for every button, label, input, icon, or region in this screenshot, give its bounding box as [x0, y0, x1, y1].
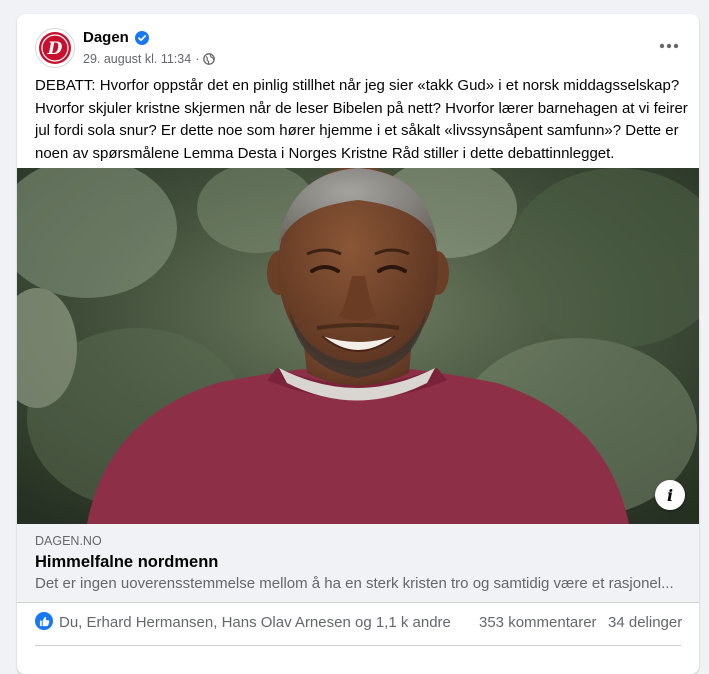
link-domain: DAGEN.NO	[35, 534, 102, 548]
link-preview[interactable]: DAGEN.NO Himmelfalne nordmenn Det er ing…	[17, 524, 699, 603]
info-button[interactable]: i	[655, 480, 685, 510]
post-card: D Dagen 29. august kl. 11:34 · DEBATT: H…	[17, 14, 699, 674]
dagen-logo: D	[39, 32, 71, 64]
shares-count[interactable]: 34 delinger	[608, 614, 682, 631]
like-icon[interactable]	[35, 612, 53, 630]
post-image[interactable]: i	[17, 168, 699, 524]
author-name-row: Dagen	[83, 29, 149, 46]
author-name[interactable]: Dagen	[83, 29, 129, 46]
svg-text:D: D	[47, 39, 63, 59]
post-timestamp[interactable]: 29. august kl. 11:34	[83, 52, 191, 66]
link-description: Det er ingen uoverensstemmelse mellom å …	[35, 575, 674, 592]
verified-badge-icon	[134, 30, 149, 45]
link-title[interactable]: Himmelfalne nordmenn	[35, 553, 218, 572]
post-text: DEBATT: Hvorfor oppstår det en pinlig st…	[35, 77, 688, 162]
portrait-photo	[17, 168, 699, 524]
reactors-text[interactable]: Du, Erhard Hermansen, Hans Olav Arnesen …	[59, 614, 451, 631]
post-meta: 29. august kl. 11:34 ·	[83, 52, 216, 66]
engagement-bar: Du, Erhard Hermansen, Hans Olav Arnesen …	[17, 604, 699, 640]
post-header: D Dagen 29. august kl. 11:34 ·	[17, 14, 699, 78]
meta-separator: ·	[195, 52, 200, 66]
comments-count[interactable]: 353 kommentarer	[479, 614, 597, 631]
globe-icon[interactable]	[203, 53, 216, 65]
more-options-button[interactable]	[653, 32, 685, 60]
more-horizontal-icon	[659, 43, 679, 49]
thumbs-up-icon	[39, 616, 49, 626]
page-avatar[interactable]: D	[35, 28, 75, 68]
action-divider	[35, 645, 681, 646]
